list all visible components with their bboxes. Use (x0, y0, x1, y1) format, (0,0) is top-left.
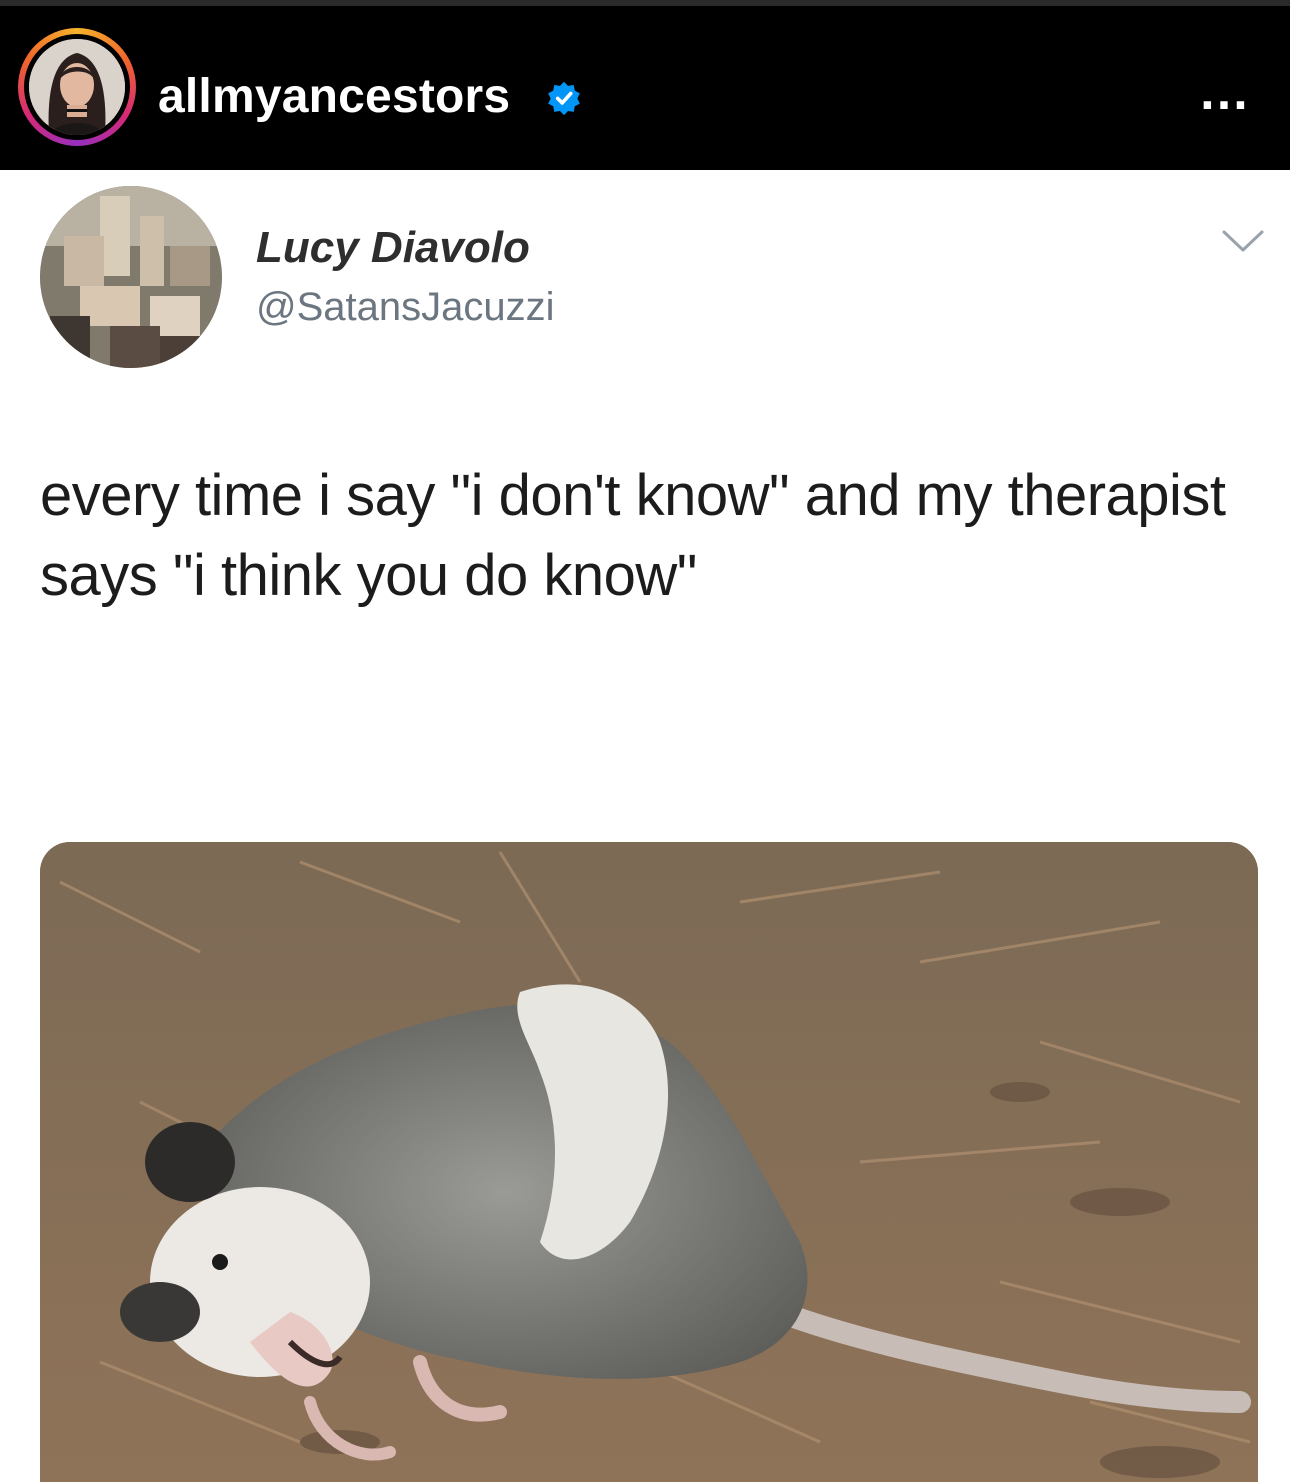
tweet-avatar[interactable] (40, 186, 222, 368)
story-ring[interactable] (18, 28, 136, 146)
opossum-image (40, 842, 1258, 1482)
opossum-photo[interactable] (40, 842, 1258, 1482)
avatar-frame (24, 34, 130, 140)
post-header: allmyancestors … (0, 0, 1290, 170)
tweet-display-name[interactable]: Lucy Diavolo (256, 222, 530, 274)
verified-badge-icon (548, 81, 580, 116)
tweet-text: every time i say "i don't know" and my t… (40, 463, 1226, 608)
chevron-down-icon[interactable] (1218, 226, 1268, 256)
avatar[interactable] (29, 39, 125, 135)
avatar-image (29, 39, 125, 135)
username[interactable]: allmyancestors (158, 68, 510, 126)
more-options-icon[interactable]: … (1192, 62, 1258, 122)
tweet-avatar-image (40, 186, 222, 368)
tweet-handle[interactable]: @SatansJacuzzi (256, 282, 555, 332)
